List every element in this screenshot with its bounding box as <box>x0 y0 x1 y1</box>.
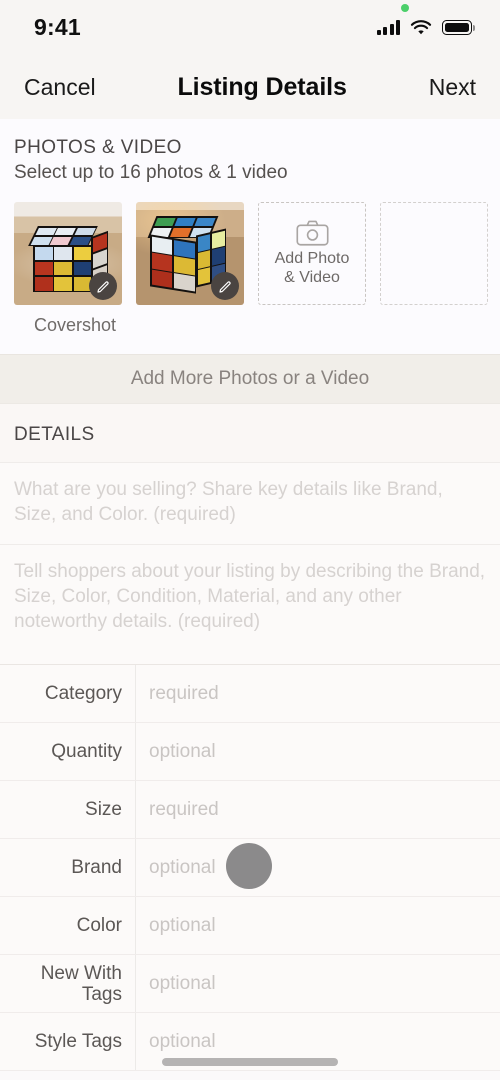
add-photo-label: Add Photo & Video <box>275 250 350 288</box>
edit-photo-button[interactable] <box>89 272 117 300</box>
detail-row-color[interactable]: Color optional <box>0 897 500 956</box>
add-photo-line-1: Add Photo <box>274 249 350 267</box>
photo-thumbnail-strip[interactable]: Add Photo & Video <box>0 184 500 305</box>
phone-screen: 9:41 Cancel Listing Details Next PHOTOS … <box>0 0 500 1080</box>
wifi-icon <box>410 19 432 34</box>
add-more-photos-button[interactable]: Add More Photos or a Video <box>0 354 500 404</box>
row-label: Category <box>44 683 122 705</box>
row-label: Quantity <box>51 741 122 763</box>
listing-title-input[interactable]: What are you selling? Share key details … <box>0 462 500 544</box>
next-button[interactable]: Next <box>429 74 476 101</box>
camera-icon <box>295 220 329 246</box>
status-icons <box>376 3 476 36</box>
detail-row-category[interactable]: Category required <box>0 665 500 724</box>
empty-photo-slot[interactable] <box>380 202 488 305</box>
cellular-signal-icon <box>376 20 400 35</box>
photos-section: PHOTOS & VIDEO Select up to 16 photos & … <box>0 119 500 354</box>
photo-thumbnail[interactable] <box>14 202 122 305</box>
row-value[interactable]: required <box>136 665 500 722</box>
navigation-bar: Cancel Listing Details Next <box>0 55 500 119</box>
add-photo-video-button[interactable]: Add Photo & Video <box>258 202 366 305</box>
pencil-icon <box>96 280 109 293</box>
cancel-button[interactable]: Cancel <box>24 74 96 101</box>
page-title: Listing Details <box>177 72 347 101</box>
touch-indicator <box>226 843 272 889</box>
row-value[interactable]: required <box>136 781 500 838</box>
row-label: Color <box>76 915 122 937</box>
detail-row-new-with-tags[interactable]: New With Tags optional <box>0 955 500 1014</box>
status-time: 9:41 <box>34 14 81 40</box>
home-indicator[interactable] <box>162 1058 338 1066</box>
photo-thumbnail[interactable] <box>136 202 244 305</box>
row-value[interactable]: optional <box>136 839 500 896</box>
row-label: Size <box>85 799 122 821</box>
row-value[interactable]: optional <box>136 723 500 780</box>
photos-section-heading: PHOTOS & VIDEO <box>14 137 182 158</box>
recording-dot-icon <box>401 3 409 12</box>
detail-row-quantity[interactable]: Quantity optional <box>0 723 500 782</box>
covershot-label: Covershot <box>33 315 117 335</box>
detail-row-size[interactable]: Size required <box>0 781 500 840</box>
row-value[interactable]: optional <box>136 955 500 1012</box>
row-label: Style Tags <box>34 1031 122 1053</box>
listing-description-input[interactable]: Tell shoppers about your listing by desc… <box>0 543 500 665</box>
pencil-icon <box>218 280 231 293</box>
row-value[interactable]: optional <box>136 897 500 954</box>
row-label: New With Tags <box>40 962 122 1005</box>
add-photo-line-2: & Video <box>284 268 340 286</box>
details-section-heading: DETAILS <box>0 404 500 462</box>
row-label: Brand <box>71 857 122 879</box>
edit-photo-button[interactable] <box>211 272 239 300</box>
status-bar: 9:41 <box>0 0 500 55</box>
battery-icon <box>442 20 476 35</box>
photos-section-subheading: Select up to 16 photos & 1 video <box>14 162 288 183</box>
